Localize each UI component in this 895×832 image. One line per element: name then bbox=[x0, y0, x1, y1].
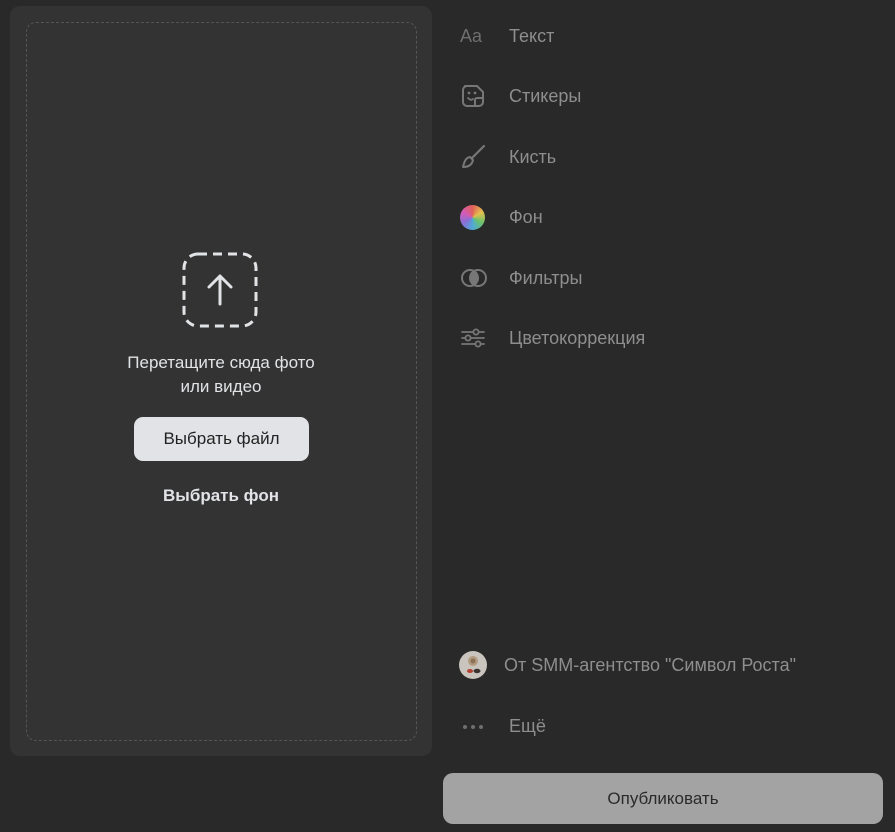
drop-hint: Перетащите сюда фото или видео bbox=[10, 351, 432, 399]
tool-color-correction-label: Цветокоррекция bbox=[509, 327, 646, 348]
author-avatar bbox=[459, 651, 487, 679]
more-label: Ещё bbox=[509, 715, 546, 736]
drop-hint-line-2: или видео bbox=[180, 377, 262, 396]
drop-hint-line-1: Перетащите сюда фото bbox=[127, 353, 315, 372]
upload-icon[interactable] bbox=[182, 252, 258, 328]
author-label: От SMM-агентство "Символ Роста" bbox=[504, 654, 796, 675]
filters-icon bbox=[455, 264, 496, 292]
sticker-icon bbox=[455, 82, 496, 110]
more-dots-icon bbox=[455, 717, 496, 735]
more-button[interactable]: Ещё bbox=[455, 706, 546, 746]
sliders-icon bbox=[455, 324, 496, 352]
author-selector[interactable]: От SMM-агентство "Символ Роста" bbox=[455, 645, 796, 685]
tool-brush-label: Кисть bbox=[509, 146, 557, 167]
tool-brush[interactable]: Кисть bbox=[455, 137, 835, 177]
text-icon: Aa bbox=[455, 22, 496, 50]
tool-background[interactable]: Фон bbox=[455, 197, 835, 237]
color-wheel-icon bbox=[455, 203, 496, 231]
tool-background-label: Фон bbox=[509, 206, 543, 227]
brush-icon bbox=[455, 143, 496, 171]
tool-stickers-label: Стикеры bbox=[509, 85, 582, 106]
tool-filters-label: Фильтры bbox=[509, 267, 583, 288]
story-editor: Перетащите сюда фото или видео Выбрать ф… bbox=[0, 0, 895, 832]
tool-filters[interactable]: Фильтры bbox=[455, 258, 835, 298]
upload-card: Перетащите сюда фото или видео Выбрать ф… bbox=[10, 6, 432, 756]
text-icon-glyph: Aa bbox=[460, 25, 483, 46]
tool-text-label: Текст bbox=[509, 25, 555, 46]
choose-background-button[interactable]: Выбрать фон bbox=[10, 486, 432, 506]
choose-file-button[interactable]: Выбрать файл bbox=[134, 417, 309, 461]
publish-button[interactable]: Опубликовать bbox=[443, 773, 883, 824]
tool-color-correction[interactable]: Цветокоррекция bbox=[455, 318, 835, 358]
tool-stickers[interactable]: Стикеры bbox=[455, 76, 835, 116]
tool-text[interactable]: Aa Текст bbox=[455, 16, 835, 56]
